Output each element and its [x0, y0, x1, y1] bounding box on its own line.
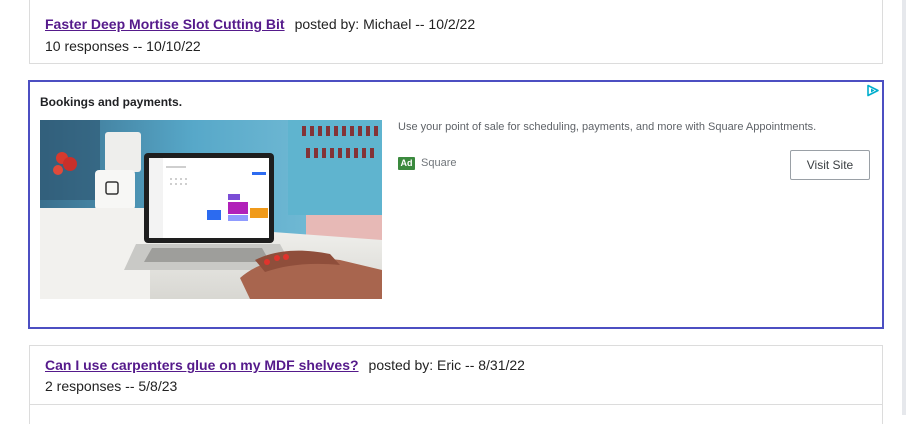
post-title-link[interactable]: Faster Deep Mortise Slot Cutting Bit: [45, 16, 285, 32]
ad-banner[interactable]: Bookings and payments. Use your point of…: [28, 80, 884, 329]
post-meta: posted by: Eric -- 8/31/22: [368, 357, 525, 373]
ad-label-badge: Ad: [398, 157, 415, 170]
ad-image[interactable]: [40, 120, 382, 299]
ad-choices-icon[interactable]: [866, 84, 880, 97]
ad-headline[interactable]: Bookings and payments.: [40, 95, 182, 109]
post-meta: posted by: Michael -- 10/2/22: [294, 16, 476, 32]
post-heading-line: Faster Deep Mortise Slot Cutting Bit post…: [45, 16, 475, 32]
post-responses: 2 responses -- 5/8/23: [45, 378, 178, 394]
post-item: Faster Deep Mortise Slot Cutting Bit post…: [29, 0, 883, 64]
post-responses: 10 responses -- 10/10/22: [45, 38, 201, 54]
page-scroll-edge: [902, 0, 906, 415]
post-heading-line: Can I use carpenters glue on my MDF shel…: [45, 357, 525, 373]
ad-photo-illustration: [40, 120, 382, 299]
post-item: Can I use carpenters glue on my MDF shel…: [29, 345, 883, 404]
visit-site-button[interactable]: Visit Site: [790, 150, 870, 180]
ad-advertiser-name[interactable]: Square: [421, 157, 456, 170]
ad-description[interactable]: Use your point of sale for scheduling, p…: [398, 120, 868, 134]
post-item-partial: [29, 404, 883, 424]
post-title-link[interactable]: Can I use carpenters glue on my MDF shel…: [45, 357, 359, 373]
